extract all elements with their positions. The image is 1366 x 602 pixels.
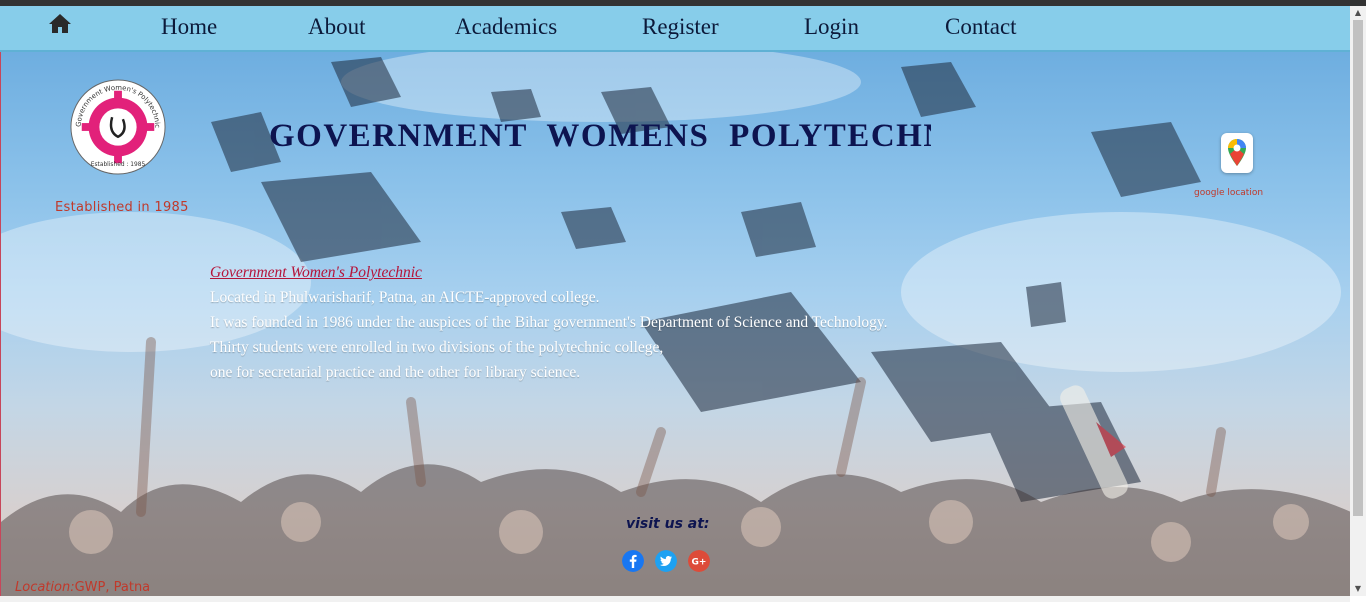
scrollbar-thumb[interactable] bbox=[1353, 20, 1363, 516]
visit-us-label: visit us at: bbox=[626, 516, 710, 532]
location-label: Location: bbox=[15, 580, 75, 595]
google-location-link[interactable]: google location bbox=[1194, 188, 1263, 198]
google-maps-pin-icon bbox=[1228, 139, 1246, 166]
about-heading[interactable]: Government Women's Polytechnic bbox=[210, 260, 888, 285]
nav-home[interactable]: Home bbox=[161, 14, 217, 40]
nav-login[interactable]: Login bbox=[804, 14, 859, 40]
scroll-down-arrow-icon[interactable]: ▼ bbox=[1350, 582, 1366, 596]
nav-register[interactable]: Register bbox=[642, 14, 719, 40]
twitter-icon[interactable] bbox=[655, 550, 677, 572]
hero-section: Government Women's Polytechnic Patna Est… bbox=[0, 52, 1351, 596]
scroll-up-arrow-icon[interactable]: ▲ bbox=[1350, 6, 1366, 20]
google-maps-button[interactable] bbox=[1221, 133, 1253, 173]
navbar: Home About Academics Register Login Cont… bbox=[0, 6, 1350, 52]
page-title: GOVERNMENT WOMENS POLYTECHNIC bbox=[269, 118, 931, 154]
logo-established-text: Established : 1985 bbox=[91, 162, 146, 168]
about-line: one for secretarial practice and the oth… bbox=[210, 364, 581, 381]
about-line: Thirty students were enrolled in two div… bbox=[210, 339, 664, 356]
home-icon[interactable] bbox=[48, 12, 72, 34]
horizontal-scrollbar[interactable] bbox=[0, 596, 1350, 602]
college-logo: Government Women's Polytechnic Patna Est… bbox=[69, 78, 166, 175]
established-label: Established in 1985 bbox=[55, 200, 189, 215]
about-text: Government Women's Polytechnic Located i… bbox=[210, 260, 888, 385]
vertical-scrollbar[interactable]: ▲ ▼ bbox=[1350, 6, 1366, 596]
location-footer: Location:GWP, Patna bbox=[15, 580, 150, 595]
google-plus-icon[interactable]: G+ bbox=[688, 550, 710, 572]
facebook-icon[interactable] bbox=[622, 550, 644, 572]
about-line: Located in Phulwarisharif, Patna, an AIC… bbox=[210, 289, 600, 306]
nav-about[interactable]: About bbox=[308, 14, 366, 40]
nav-academics[interactable]: Academics bbox=[455, 14, 557, 40]
location-value: GWP, Patna bbox=[74, 580, 151, 595]
title-marquee: GOVERNMENT WOMENS POLYTECHNIC bbox=[269, 118, 931, 162]
google-plus-text: G+ bbox=[692, 558, 707, 568]
about-line: It was founded in 1986 under the auspice… bbox=[210, 314, 888, 331]
nav-contact[interactable]: Contact bbox=[945, 14, 1017, 40]
